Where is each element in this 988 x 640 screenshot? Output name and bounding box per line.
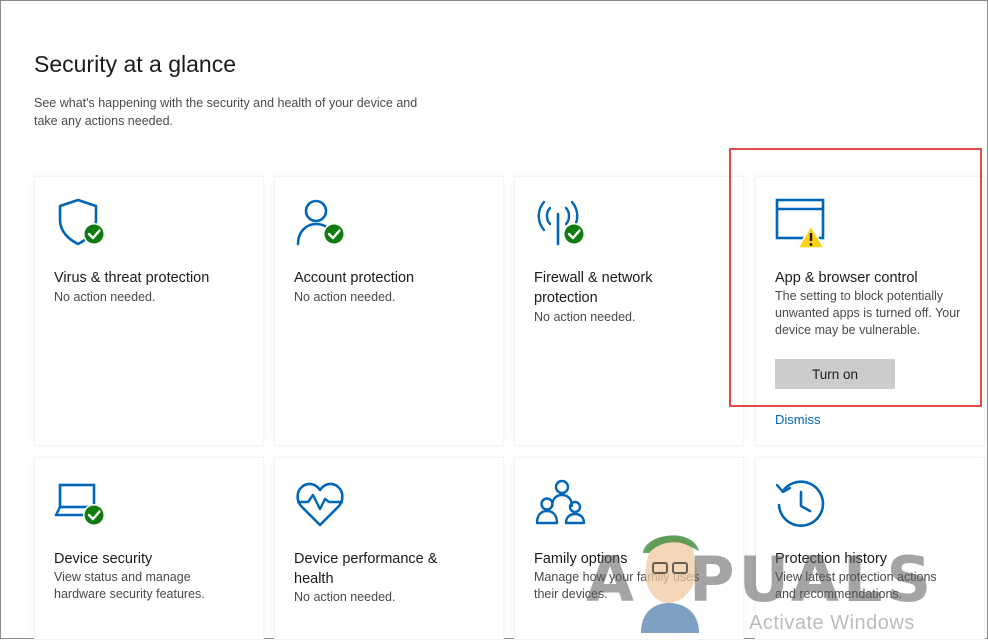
tile-title: Firewall & network protection: [534, 270, 653, 306]
tile-app-browser-control[interactable]: App & browser control The setting to blo…: [755, 176, 985, 446]
tile-title: Device security: [54, 551, 153, 567]
appuals-logo-text: A PUALS: [586, 543, 936, 616]
tile-device-performance-health[interactable]: Device performance & health No action ne…: [274, 457, 504, 640]
tile-status: View status and manage hardware security…: [54, 570, 205, 601]
turn-on-button[interactable]: Turn on: [775, 359, 895, 389]
person-check-icon: [296, 199, 345, 246]
tile-title: Account protection: [294, 270, 415, 286]
dismiss-link[interactable]: Dismiss: [775, 412, 821, 427]
tile-title: App & browser control: [775, 270, 918, 286]
heart-pulse-icon: [296, 482, 344, 527]
page-subtitle: See what's happening with the security a…: [34, 96, 418, 128]
tile-status: The setting to block potentially unwante…: [775, 289, 961, 337]
tile-status: No action needed.: [294, 290, 396, 304]
page-title: Security at a glance: [34, 51, 237, 77]
tile-device-security[interactable]: Device security View status and manage h…: [34, 457, 264, 640]
tile-virus-threat-protection[interactable]: Virus & threat protection No action need…: [34, 176, 264, 446]
tile-title: Device performance & health: [294, 551, 438, 587]
browser-window-warning-icon: [775, 198, 825, 249]
wifi-tower-check-icon: [537, 200, 585, 246]
shield-check-icon: [58, 198, 105, 246]
history-clock-icon: [775, 480, 825, 527]
tile-status: No action needed.: [54, 290, 156, 304]
tile-title: Virus & threat protection: [54, 270, 210, 286]
tile-status: No action needed.: [534, 310, 636, 324]
family-icon: [535, 479, 586, 525]
tile-account-protection[interactable]: Account protection No action needed.: [274, 176, 504, 446]
laptop-check-icon: [54, 483, 105, 526]
activate-windows-watermark: Activate Windows: [749, 612, 915, 634]
tile-firewall-network-protection[interactable]: Firewall & network protection No action …: [514, 176, 744, 446]
tile-status: No action needed.: [294, 590, 396, 604]
